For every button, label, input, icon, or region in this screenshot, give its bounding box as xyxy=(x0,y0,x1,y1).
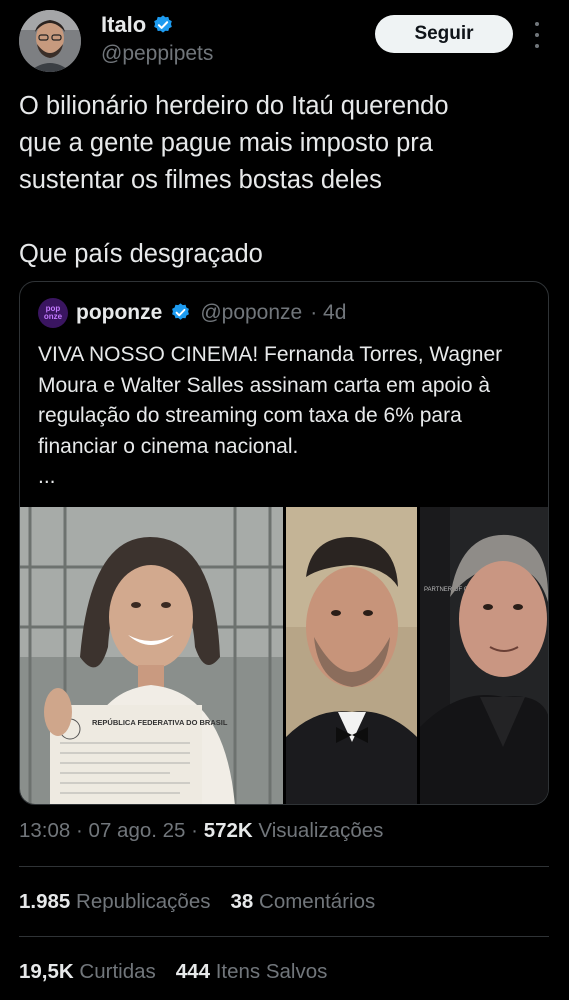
quoted-author-avatar[interactable]: pop onze xyxy=(38,298,68,328)
reposts-stat[interactable]: 1.985 Republicações xyxy=(19,890,211,914)
likes-stat[interactable]: 19,5K Curtidas xyxy=(19,960,156,984)
quoted-author-name[interactable]: poponze xyxy=(76,301,162,325)
reposts-count: 1.985 xyxy=(19,890,71,913)
views-label: Visualizações xyxy=(258,819,384,842)
reposts-label: Republicações xyxy=(76,890,211,913)
bookmarks-stat[interactable]: 444 Itens Salvos xyxy=(176,960,328,984)
divider-1 xyxy=(19,866,549,867)
tweet-paragraph-1: O bilionário herdeiro do Itaú querendo q… xyxy=(19,92,449,194)
photo-wagner-moura[interactable] xyxy=(286,507,417,804)
quoted-tweet-card[interactable]: pop onze poponze @poponze · 4d VIVA NOSS… xyxy=(19,281,549,805)
tweet-meta: 13:08 · 07 ago. 25 · 572K Visualizações xyxy=(19,819,383,843)
bookmarks-count: 444 xyxy=(175,960,210,983)
quoted-tweet-body: VIVA NOSSO CINEMA! Fernanda Torres, Wagn… xyxy=(38,343,503,458)
quoted-verified-badge-icon xyxy=(170,302,192,324)
quoted-tweet-media[interactable]: REPÚBLICA FEDERATIVA DO BRASIL PARTNER O… xyxy=(20,507,548,804)
meta-separator-2: · xyxy=(191,819,204,842)
comments-count: 38 xyxy=(230,890,254,913)
author-handle[interactable]: @peppipets xyxy=(101,42,213,66)
engagement-row-1: 1.985 Republicações 38 Comentários xyxy=(19,890,375,914)
more-options-icon[interactable] xyxy=(531,22,543,48)
views-count: 572K xyxy=(203,819,253,842)
divider-2 xyxy=(19,936,549,937)
comments-stat[interactable]: 38 Comentários xyxy=(231,890,376,914)
quoted-author-handle[interactable]: @poponze xyxy=(200,301,302,325)
photo-walter-salles[interactable]: PARTNER OF CHOICE xyxy=(420,507,548,804)
likes-label: Curtidas xyxy=(79,960,156,983)
photo-fernanda-torres[interactable]: REPÚBLICA FEDERATIVA DO BRASIL xyxy=(20,507,283,804)
verified-badge-icon xyxy=(152,14,174,36)
tweet-time[interactable]: 13:08 xyxy=(19,819,70,842)
tweet-date[interactable]: 07 ago. 25 xyxy=(89,819,186,842)
author-name-row[interactable]: Italo xyxy=(101,12,174,38)
quoted-tweet-ellipsis: ... xyxy=(38,465,56,488)
quoted-tweet-header: pop onze poponze @poponze · 4d xyxy=(38,298,346,328)
tweet-text: O bilionário herdeiro do Itaú querendo q… xyxy=(19,88,549,273)
likes-count: 19,5K xyxy=(19,960,74,983)
bookmarks-label: Itens Salvos xyxy=(215,960,328,983)
quoted-tweet-time[interactable]: · 4d xyxy=(310,301,346,325)
engagement-row-2: 19,5K Curtidas 444 Itens Salvos xyxy=(19,960,327,984)
follow-button[interactable]: Seguir xyxy=(375,15,513,53)
meta-separator: · xyxy=(76,819,89,842)
document-heading: REPÚBLICA FEDERATIVA DO BRASIL xyxy=(92,718,228,727)
author-avatar[interactable] xyxy=(19,10,81,72)
comments-label: Comentários xyxy=(259,890,376,913)
quoted-tweet-text: VIVA NOSSO CINEMA! Fernanda Torres, Wagn… xyxy=(38,340,533,493)
author-name[interactable]: Italo xyxy=(101,12,146,38)
tweet-paragraph-2: Que país desgraçado xyxy=(19,240,263,268)
